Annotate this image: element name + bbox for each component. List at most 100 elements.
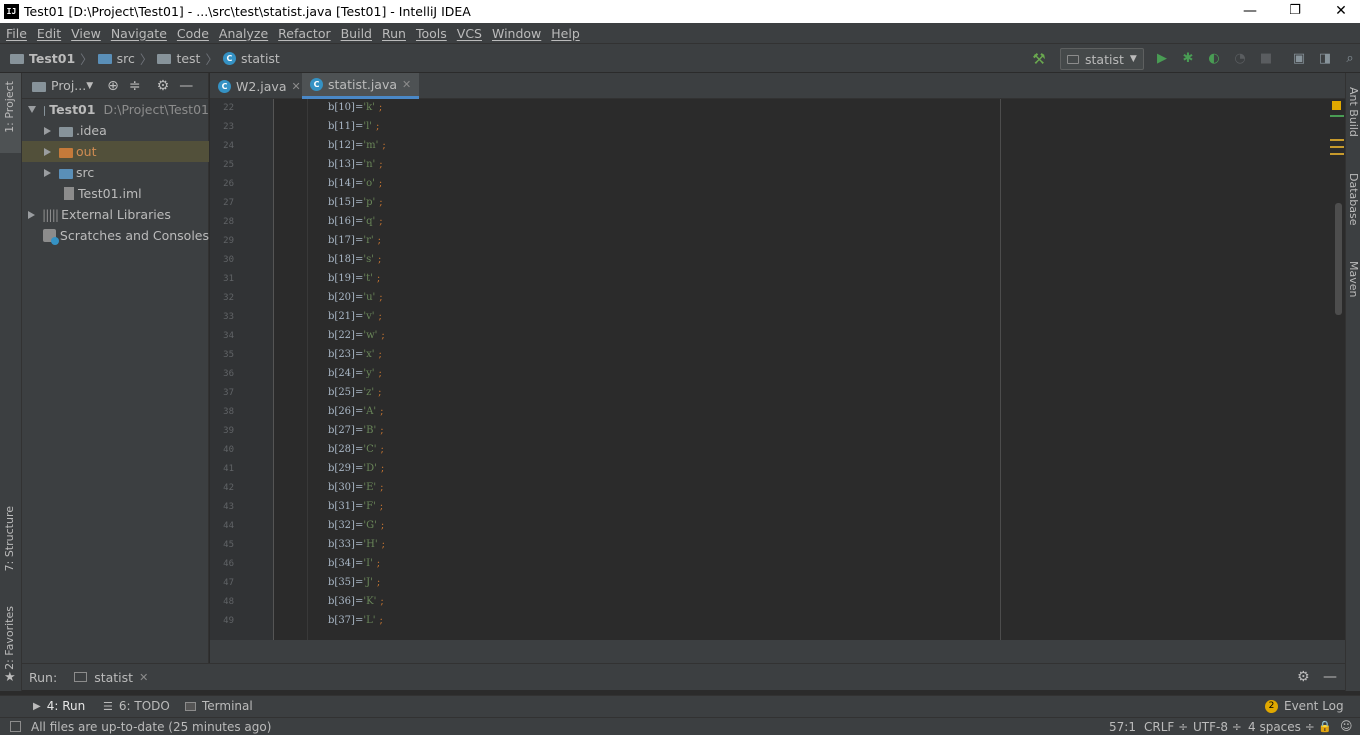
code-line[interactable]: b[20]='u'; (328, 292, 383, 303)
run-icon[interactable]: ▶ (1153, 50, 1171, 68)
menu-vcs[interactable]: VCS (451, 26, 486, 41)
menu-code[interactable]: Code (171, 26, 213, 41)
tool-tab-run[interactable]: ▶ 4: Run (33, 699, 85, 713)
menu-edit[interactable]: Edit (31, 26, 65, 41)
caret-position[interactable]: 57:1 (1109, 720, 1136, 734)
breadcrumb-project[interactable]: Test01 (10, 51, 75, 66)
project-tool-tab[interactable]: 1: Project (3, 81, 16, 133)
menu-analyze[interactable]: Analyze (213, 26, 272, 41)
maven-tool-tab[interactable]: Maven (1347, 261, 1360, 297)
code-line[interactable]: b[19]='t'; (328, 273, 380, 284)
chevron-down-icon[interactable]: ▼ (86, 81, 93, 91)
project-view-select[interactable]: Proj... (51, 78, 86, 93)
code-line[interactable]: b[16]='q'; (328, 216, 383, 227)
tab-w2-java[interactable]: C W2.java ✕ (210, 73, 309, 99)
inspector-icon[interactable]: ☺ (1340, 719, 1353, 733)
code-editor[interactable]: b[10]='k'; b[11]='l'; b[12]='m'; b[13]='n';… (275, 99, 1330, 640)
tree-item-external-libraries[interactable]: ||||| External Libraries (22, 204, 209, 225)
change-marker[interactable] (1330, 115, 1344, 117)
code-line[interactable]: b[24]='y'; (328, 368, 382, 379)
lock-icon[interactable]: 🔒 (1318, 720, 1332, 733)
toggle-tool-windows-icon[interactable] (10, 721, 21, 732)
menu-refactor[interactable]: Refactor (272, 26, 334, 41)
layout-icon[interactable]: ◨ (1316, 50, 1334, 68)
menu-navigate[interactable]: Navigate (105, 26, 171, 41)
tab-statist-java[interactable]: C statist.java ✕ (302, 73, 420, 99)
structure-tool-tab[interactable]: 7: Structure (3, 506, 16, 571)
hide-panel-icon[interactable]: — (1323, 669, 1337, 685)
code-line[interactable]: b[31]='F'; (328, 501, 383, 512)
line-separator-select[interactable]: CRLF ÷ (1144, 720, 1188, 734)
run-tab-label[interactable]: statist (94, 670, 133, 685)
locate-target-icon[interactable]: ⊕ (107, 78, 119, 94)
menu-window[interactable]: Window (486, 26, 545, 41)
code-line[interactable]: b[33]='H'; (328, 539, 385, 550)
gear-icon[interactable]: ⚙ (157, 78, 170, 94)
code-line[interactable]: b[37]='L'; (328, 615, 383, 626)
code-line[interactable]: b[34]='I'; (328, 558, 380, 569)
warning-indicator-icon[interactable] (1332, 101, 1341, 110)
code-line[interactable]: b[36]='K'; (328, 596, 384, 607)
breadcrumb-src[interactable]: src (97, 51, 135, 66)
menu-tools[interactable]: Tools (410, 26, 451, 41)
ant-build-tool-tab[interactable]: Ant Build (1347, 87, 1360, 137)
code-line[interactable]: b[27]='B'; (328, 425, 384, 436)
vertical-scrollbar-thumb[interactable] (1335, 203, 1342, 315)
code-line[interactable]: b[35]='J'; (328, 577, 380, 588)
indent-select[interactable]: 4 spaces ÷ (1248, 720, 1315, 734)
menu-file[interactable]: File (0, 26, 31, 41)
code-line[interactable]: b[28]='C'; (328, 444, 384, 455)
menu-view[interactable]: View (65, 26, 105, 41)
database-tool-tab[interactable]: Database (1347, 173, 1360, 226)
code-line[interactable]: b[30]='E'; (328, 482, 384, 493)
code-line[interactable]: b[10]='k'; (328, 102, 382, 113)
breadcrumb-file[interactable]: C statist (222, 51, 280, 66)
coverage-icon[interactable]: ◐ (1205, 50, 1223, 68)
search-icon[interactable]: ⌕ (1341, 50, 1359, 68)
tree-item-out[interactable]: out (22, 141, 209, 162)
warning-marker[interactable] (1330, 153, 1344, 155)
warning-marker[interactable] (1330, 139, 1344, 141)
gear-icon[interactable]: ⚙ (1297, 669, 1310, 685)
tree-item-test01[interactable]: Test01 D:\Project\Test01 (22, 99, 209, 120)
tree-item-idea[interactable]: .idea (22, 120, 209, 141)
code-line[interactable]: b[13]='n'; (328, 159, 383, 170)
favorites-tool-tab[interactable]: 2: Favorites (3, 606, 16, 670)
code-line[interactable]: b[23]='x'; (328, 349, 382, 360)
code-line[interactable]: b[21]='v'; (328, 311, 382, 322)
project-structure-icon[interactable]: ▣ (1290, 50, 1308, 68)
encoding-select[interactable]: UTF-8 ÷ (1193, 720, 1242, 734)
close-icon[interactable]: ✕ (402, 78, 411, 91)
tool-tab-event-log[interactable]: 2 Event Log (1265, 699, 1344, 713)
menu-help[interactable]: Help (545, 26, 584, 41)
debug-bug-icon[interactable]: ✱ (1179, 50, 1197, 68)
tree-item-scratches[interactable]: Scratches and Consoles (22, 225, 209, 246)
menu-build[interactable]: Build (335, 26, 376, 41)
close-button[interactable]: ✕ (1318, 0, 1360, 23)
stop-icon[interactable]: ■ (1257, 50, 1275, 68)
code-line[interactable]: b[14]='o'; (328, 178, 382, 189)
code-line[interactable]: b[15]='p'; (328, 197, 383, 208)
tree-item-src[interactable]: src (22, 162, 209, 183)
collapse-all-icon[interactable]: ≑ (129, 78, 141, 94)
code-line[interactable]: b[17]='r'; (328, 235, 381, 246)
code-line[interactable]: b[22]='w'; (328, 330, 385, 341)
run-configuration-select[interactable]: statist ▼ (1060, 48, 1144, 70)
code-line[interactable]: b[32]='G'; (328, 520, 384, 531)
code-line[interactable]: b[18]='s'; (328, 254, 381, 265)
tree-item-test01-iml[interactable]: Test01.iml (22, 183, 209, 204)
favorites-star-icon[interactable]: ★ (4, 670, 16, 685)
tool-tab-todo[interactable]: ☰ 6: TODO (103, 699, 170, 713)
close-icon[interactable]: ✕ (139, 671, 148, 684)
breadcrumb-test[interactable]: test (157, 51, 200, 66)
hide-panel-icon[interactable]: — (179, 78, 193, 94)
code-line[interactable]: b[25]='z'; (328, 387, 381, 398)
minimize-button[interactable]: — (1227, 0, 1273, 23)
restore-button[interactable]: ❐ (1272, 0, 1318, 23)
code-line[interactable]: b[12]='m'; (328, 140, 386, 151)
close-icon[interactable]: ✕ (291, 80, 300, 93)
code-line[interactable]: b[26]='A'; (328, 406, 383, 417)
profile-icon[interactable]: ◔ (1231, 50, 1249, 68)
warning-marker[interactable] (1330, 146, 1344, 148)
code-line[interactable]: b[11]='l'; (328, 121, 379, 132)
